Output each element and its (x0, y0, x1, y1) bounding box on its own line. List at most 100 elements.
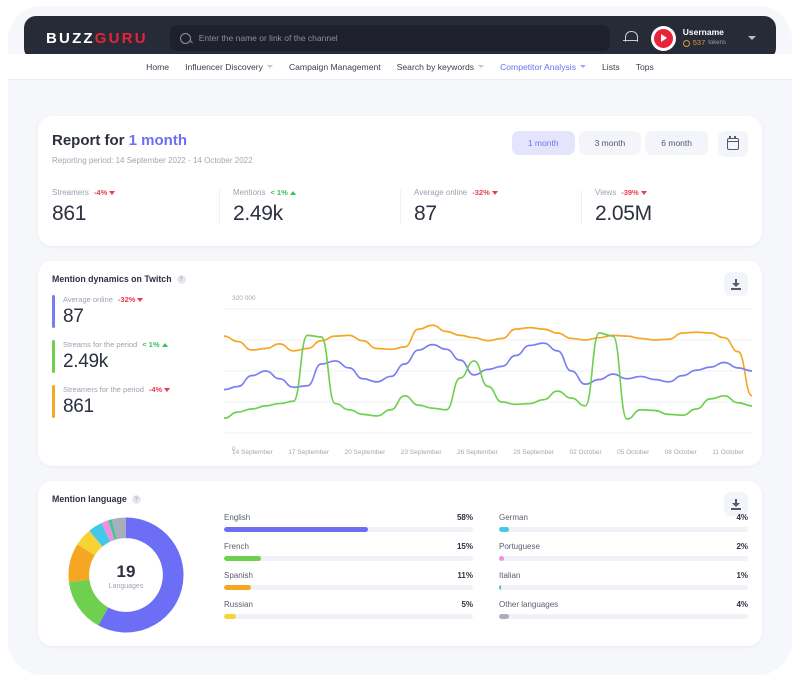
donut-slice-italian (108, 519, 117, 540)
arrow-up-icon (289, 190, 296, 195)
kpi-header: Average online -32% (414, 188, 581, 197)
arrow-down-icon (137, 297, 144, 302)
nav-item-competitor-analysis[interactable]: Competitor Analysis (500, 62, 587, 72)
calendar-button[interactable] (718, 131, 748, 157)
language-row-header: Italian 1% (499, 571, 748, 580)
report-title-prefix: Report for (52, 132, 129, 149)
section-title-dynamics: Mention dynamics on Twitch ? (52, 274, 186, 284)
language-row: Other languages 4% (499, 600, 748, 619)
legend-value: 2.49k (63, 351, 108, 372)
section-title-language: Mention language ? (52, 494, 141, 504)
x-axis-tick: 14 September (232, 449, 273, 456)
search-input[interactable] (198, 33, 600, 43)
language-column-right: German 4% Portuguese 2% Italian 1% Other langu… (499, 513, 748, 629)
reporting-period: Reporting period: 14 September 2022 - 14… (52, 156, 253, 165)
donut-slice-other-languages (111, 517, 127, 540)
legend-header: Streamers for the period -4% (63, 385, 171, 394)
language-percent: 2% (736, 542, 748, 551)
question-mark-icon[interactable]: ? (176, 274, 186, 284)
x-axis-tick: 20 September (344, 449, 386, 456)
kpi-value: 87 (414, 202, 437, 225)
donut-slice-spanish (68, 544, 96, 583)
x-axis-tick: 29 September (513, 449, 555, 456)
notification-bell-icon[interactable] (622, 31, 638, 45)
app-logo[interactable]: BUZZGURU (46, 30, 148, 47)
donut-value: 19 (116, 562, 136, 581)
tokens-count: 537 (692, 38, 706, 48)
tokens-label: tokens (708, 39, 726, 46)
period-button-6-month[interactable]: 6 month (645, 131, 708, 155)
legend-delta-value: -4% (148, 385, 163, 394)
kpi-delta: < 1% (270, 188, 296, 197)
legend-delta-value: -32% (117, 295, 136, 304)
period-button-3-month[interactable]: 3 month (578, 131, 642, 155)
arrow-down-icon (640, 190, 647, 195)
tokens-row: 537 tokens (682, 38, 726, 48)
nav-item-influencer-discovery[interactable]: Influencer Discovery (185, 62, 273, 72)
legend-color-swatch (52, 340, 55, 373)
avatar[interactable] (650, 25, 676, 51)
language-bar-fill (499, 527, 509, 532)
language-row-header: Russian 5% (224, 600, 473, 609)
legend-delta: -4% (148, 385, 171, 394)
language-bar-track (224, 527, 473, 532)
logo-primary: BUZZ (46, 29, 95, 47)
legend-delta-value: < 1% (142, 340, 160, 349)
x-axis-tick: 26 September (457, 449, 498, 456)
language-bar-fill (499, 585, 502, 590)
nav-item-tops[interactable]: Tops (636, 62, 654, 72)
period-button-1-month[interactable]: 1 month (511, 131, 575, 155)
nav-item-label: Lists (602, 61, 620, 72)
kpi-label: Mentions (233, 188, 266, 197)
language-bar-fill (499, 614, 509, 619)
language-bar-fill (224, 556, 262, 561)
nav-item-lists[interactable]: Lists (602, 62, 620, 72)
language-bar-track (499, 527, 748, 532)
language-bar-track (499, 556, 748, 561)
download-dynamics-button[interactable] (724, 272, 748, 296)
username-label: Username (682, 27, 724, 38)
legend-item-streamers-for-the-period: Streamers for the period -4% 861 (52, 385, 217, 418)
legend-delta: < 1% (142, 340, 168, 349)
language-percent: 5% (461, 600, 473, 609)
main-nav: Home Influencer Discovery Campaign Managem… (8, 54, 792, 80)
kpi-average-online: Average online -32% 87 (400, 188, 581, 226)
language-name: Russian (224, 600, 253, 609)
report-card: Report for 1 month Reporting period: 14 … (38, 116, 762, 246)
kpi-delta-value: -4% (93, 188, 108, 197)
language-row-header: French 15% (224, 542, 473, 551)
avatar-play-badge (653, 28, 673, 48)
arrow-down-icon (109, 190, 116, 195)
user-menu-chevron-down-icon[interactable] (747, 36, 756, 40)
kpi-delta-value: -39% (621, 188, 639, 197)
kpi-label: Average online (414, 188, 468, 197)
kpi-streamers: Streamers -4% 861 (38, 188, 219, 226)
language-row: Italian 1% (499, 571, 748, 590)
donut-label: Languages (108, 583, 144, 590)
user-block[interactable]: Username 537 tokens (682, 27, 726, 48)
donut-center: 19 Languages (109, 562, 144, 590)
legend-label: Streamers for the period (63, 385, 144, 394)
nav-item-search-by-keywords[interactable]: Search by keywords (396, 61, 485, 72)
nav-item-campaign-management[interactable]: Campaign Management (289, 62, 381, 72)
page-title: Report for 1 month (52, 132, 187, 149)
legend-delta: -32% (118, 295, 144, 304)
language-bar-track (499, 614, 748, 619)
nav-item-label: Search by keywords (396, 61, 475, 72)
question-mark-icon[interactable]: ? (131, 494, 141, 504)
language-column-left: English 58% French 15% Spanish 11% Russian 5% (224, 513, 473, 629)
nav-item-home[interactable]: Home (146, 62, 169, 72)
dynamics-legend: Average online -32% 87 Streams for the peri… (52, 295, 217, 430)
kpi-value: 861 (52, 202, 87, 225)
logo-accent: GURU (94, 29, 148, 47)
download-icon (731, 498, 741, 510)
legend-label: Streams for the period (63, 340, 138, 349)
token-coin-icon (682, 39, 690, 47)
language-row: Portuguese 2% (499, 542, 748, 561)
language-name: Italian (499, 571, 521, 580)
language-bar-fill (224, 527, 369, 532)
search-bar[interactable] (169, 25, 610, 51)
x-axis-tick: 08 October (664, 449, 697, 456)
legend-item-streams-for-the-period: Streams for the period < 1% 2.49k (52, 340, 217, 373)
chevron-down-icon (478, 65, 485, 68)
